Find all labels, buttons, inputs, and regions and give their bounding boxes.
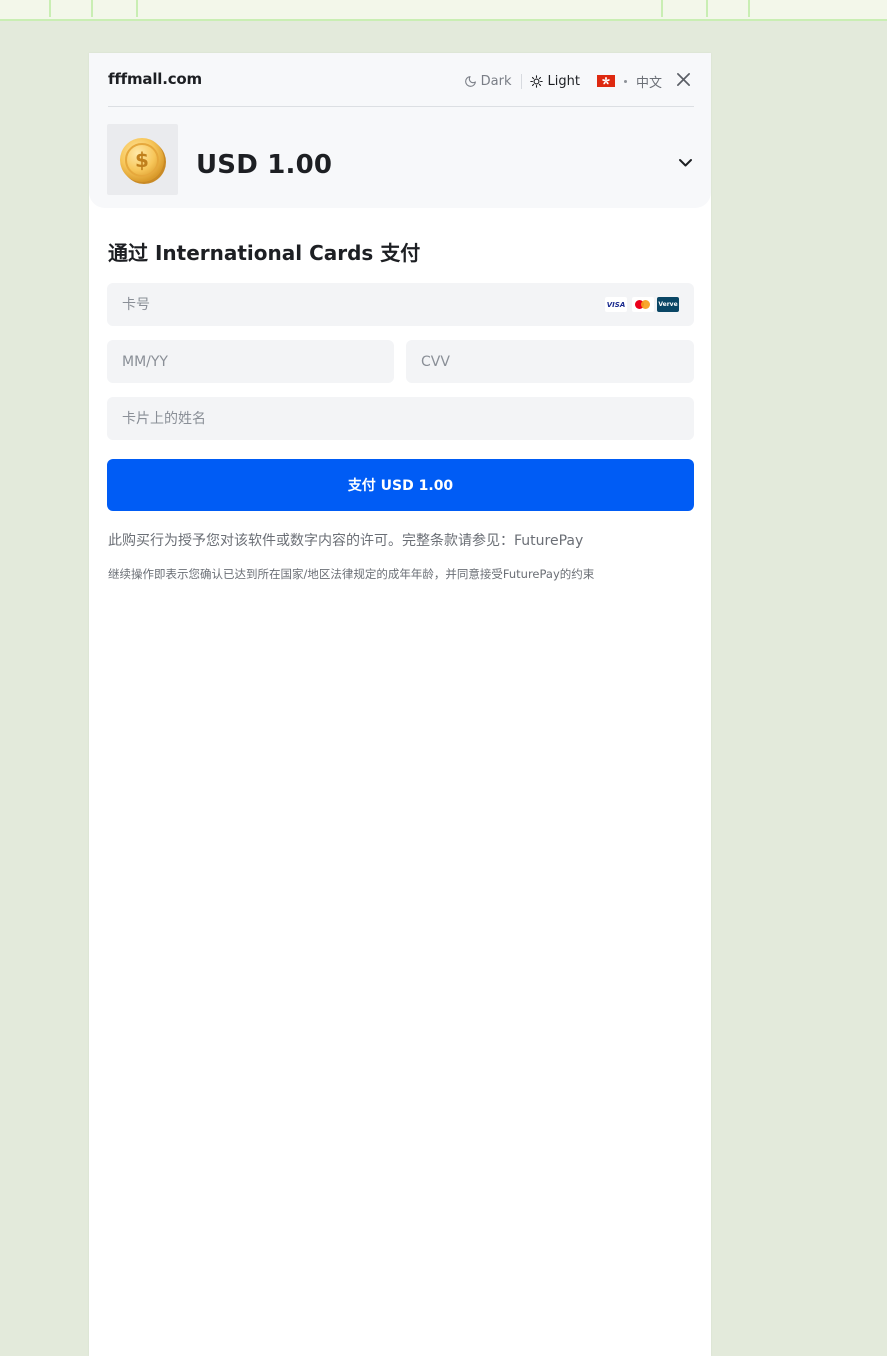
product-image: $ [107,124,178,195]
close-icon [677,72,690,86]
age-text: 继续操作即表示您确认已达到所在国家/地区法律规定的成年年龄，并同意接受 [108,567,503,581]
browser-top-strip [0,0,887,21]
checkout-panel: fffmall.com Dark Light 中文 $ USD 1.00 通过 … [89,53,711,1356]
checkout-header: fffmall.com Dark Light 中文 $ USD 1.00 [89,53,711,208]
language-label: 中文 [635,75,662,91]
terms-text: 此购买行为授予您对该软件或数字内容的许可。完整条款请参见： [108,533,514,549]
mastercard-logo-icon [632,297,654,312]
card-brand-logos: VISA Verve [605,297,679,312]
strip-divider [661,0,663,17]
terms-link[interactable]: FuturePay [514,533,583,549]
merchant-name: fffmall.com [108,70,202,88]
header-controls: Dark Light 中文 [464,70,691,92]
strip-divider [49,0,51,17]
age-consent-text: 继续操作即表示您确认已达到所在国家/地区法律规定的成年年龄，并同意接受Futur… [108,566,698,582]
theme-light-label: Light [547,73,580,89]
order-amount: USD 1.00 [196,150,333,180]
cardholder-name-input[interactable] [107,397,694,440]
license-terms-text: 此购买行为授予您对该软件或数字内容的许可。完整条款请参见：FuturePay [108,530,698,550]
language-selector[interactable]: 中文 [596,72,662,91]
strip-divider [91,0,93,17]
visa-logo-icon: VISA [605,297,627,312]
coin-icon: $ [119,137,166,184]
strip-divider [136,0,138,17]
strip-divider [748,0,750,17]
expiry-date-input[interactable] [107,340,394,383]
moon-icon [464,75,476,87]
svg-text:$: $ [135,148,149,172]
strip-divider [706,0,708,17]
theme-dark-toggle[interactable]: Dark [464,74,512,89]
payment-method-title: 通过 International Cards 支付 [108,241,421,265]
theme-light-toggle[interactable]: Light [529,73,580,89]
sun-icon [529,74,543,88]
pay-button[interactable]: 支付 USD 1.00 [107,459,694,511]
order-details-toggle[interactable] [678,153,693,172]
age-suffix: 的约束 [559,567,595,581]
verve-logo-icon: Verve [657,297,679,312]
cvv-input[interactable] [406,340,694,383]
hong-kong-flag-icon [596,75,615,87]
theme-dark-label: Dark [480,73,512,89]
age-terms-link[interactable]: FuturePay [503,567,560,581]
theme-separator [520,73,522,89]
language-dot [623,79,627,83]
header-divider [108,106,694,107]
chevron-down-icon [679,159,692,167]
close-button[interactable] [676,72,691,91]
